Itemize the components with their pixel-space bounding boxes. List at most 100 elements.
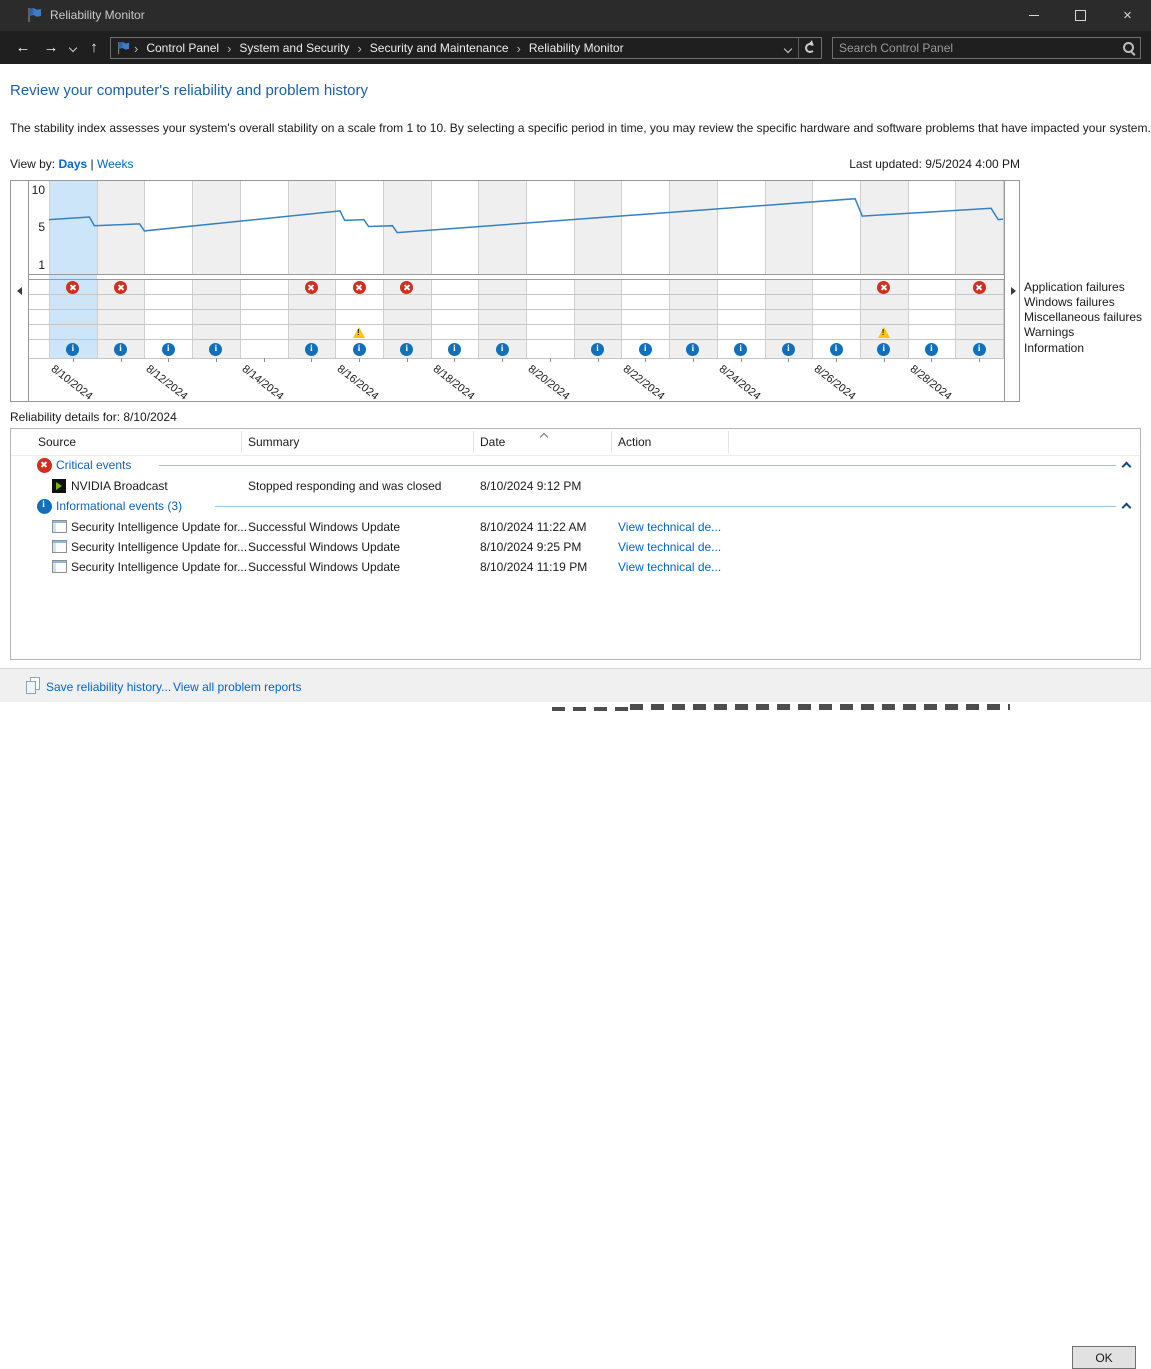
event-group-row[interactable]: Critical events: [11, 455, 1140, 476]
breadcrumb-item[interactable]: Reliability Monitor: [525, 41, 628, 55]
collapse-group-button[interactable]: [1119, 459, 1133, 473]
maximize-button[interactable]: [1057, 0, 1104, 31]
grid-hline: [28, 309, 1004, 310]
up-button[interactable]: ↑: [83, 31, 105, 64]
column-header-date[interactable]: Date: [480, 435, 505, 449]
breadcrumb-item[interactable]: Security and Maintenance: [366, 41, 513, 55]
scroll-left-button[interactable]: [11, 181, 28, 401]
critical-icon: [400, 281, 413, 294]
screen-artifact-bottom: [552, 707, 632, 711]
event-cell-information[interactable]: [66, 342, 80, 356]
recent-pages-button[interactable]: [64, 31, 82, 64]
x-axis-date-label: 8/22/2024: [621, 363, 667, 403]
cell-source: Security Intelligence Update for...: [71, 520, 247, 534]
view-technical-details-link[interactable]: View technical de...: [618, 560, 721, 574]
event-cell-critical[interactable]: [304, 280, 318, 294]
event-group-label: Critical events: [56, 458, 131, 472]
cell-summary: Successful Windows Update: [248, 520, 400, 534]
window-icon: [52, 560, 67, 573]
save-reliability-history-link[interactable]: Save reliability history...: [46, 680, 171, 694]
view-technical-details-link[interactable]: View technical de...: [618, 520, 721, 534]
event-cell-information[interactable]: [161, 342, 175, 356]
event-cell-information[interactable]: [114, 342, 128, 356]
grid-vline: [812, 279, 813, 358]
table-row[interactable]: Security Intelligence Update for...Succe…: [11, 517, 1140, 537]
event-cell-information[interactable]: [400, 342, 414, 356]
refresh-button[interactable]: [799, 43, 821, 53]
event-cell-critical[interactable]: [352, 280, 366, 294]
breadcrumb-separator-icon: ›: [513, 41, 525, 56]
column-divider: [241, 431, 242, 453]
grid-vline: [765, 279, 766, 358]
cell-date: 8/10/2024 9:25 PM: [480, 540, 581, 554]
event-cell-information[interactable]: [495, 342, 509, 356]
search-button[interactable]: [1118, 41, 1140, 55]
save-icon: [26, 677, 40, 693]
event-cell-information[interactable]: [781, 342, 795, 356]
event-cell-information[interactable]: [638, 342, 652, 356]
maximize-icon: [1075, 10, 1086, 21]
ok-button[interactable]: OK: [1072, 1346, 1136, 1369]
event-cell-information[interactable]: [686, 342, 700, 356]
page-description: The stability index assesses your system…: [10, 121, 1151, 135]
event-cell-critical[interactable]: [877, 280, 891, 294]
event-cell-information[interactable]: [972, 342, 986, 356]
event-cell-critical[interactable]: [66, 280, 80, 294]
legend-item-critical: Application failures: [1024, 280, 1125, 295]
grid-vline: [574, 279, 575, 358]
close-button[interactable]: ×: [1104, 0, 1151, 31]
event-cell-warning[interactable]: [352, 326, 366, 340]
title-bar: Reliability Monitor ×: [0, 0, 1151, 31]
event-cell-information[interactable]: [877, 342, 891, 356]
back-button[interactable]: ←: [10, 31, 36, 64]
event-cell-information[interactable]: [209, 342, 223, 356]
table-row[interactable]: Security Intelligence Update for...Succe…: [11, 537, 1140, 557]
event-cell-information[interactable]: [304, 342, 318, 356]
column-header-action[interactable]: Action: [618, 435, 651, 449]
collapse-group-button[interactable]: [1119, 500, 1133, 514]
view-technical-details-link[interactable]: View technical de...: [618, 540, 721, 554]
information-icon: [448, 343, 461, 356]
column-header-summary[interactable]: Summary: [248, 435, 299, 449]
critical-icon: [973, 281, 986, 294]
window-icon: [52, 520, 67, 533]
view-by-days-link[interactable]: Days: [58, 157, 87, 171]
event-cell-critical[interactable]: [400, 280, 414, 294]
details-table: Source Summary Date Action Critical even…: [10, 428, 1141, 660]
x-axis-date-label: 8/16/2024: [335, 363, 381, 403]
event-cell-information[interactable]: [829, 342, 843, 356]
minimize-button[interactable]: [1010, 0, 1057, 31]
x-axis-tick: [502, 358, 503, 362]
event-cell-warning[interactable]: [877, 326, 891, 340]
address-bar[interactable]: ›Control Panel›System and Security›Secur…: [110, 37, 822, 59]
event-cell-information[interactable]: [924, 342, 938, 356]
event-cell-information[interactable]: [734, 342, 748, 356]
event-cell-critical[interactable]: [972, 280, 986, 294]
table-row[interactable]: NVIDIA BroadcastStopped responding and w…: [11, 476, 1140, 496]
forward-button[interactable]: →: [38, 31, 64, 64]
view-all-problem-reports-link[interactable]: View all problem reports: [173, 680, 302, 694]
information-icon: [66, 343, 79, 356]
breadcrumb-item[interactable]: System and Security: [235, 41, 353, 55]
event-cell-information[interactable]: [447, 342, 461, 356]
scroll-right-button[interactable]: [1005, 181, 1021, 401]
information-icon: [782, 343, 795, 356]
minimize-icon: [1029, 15, 1039, 16]
breadcrumb-item[interactable]: Control Panel: [142, 41, 223, 55]
column-header-source[interactable]: Source: [38, 435, 76, 449]
event-group-row[interactable]: Informational events (3): [11, 496, 1140, 517]
cell-summary: Stopped responding and was closed: [248, 479, 441, 493]
view-by-weeks-link[interactable]: Weeks: [97, 157, 133, 171]
search-input[interactable]: [833, 41, 1118, 55]
cell-summary: Successful Windows Update: [248, 540, 400, 554]
address-dropdown-button[interactable]: [778, 39, 798, 57]
x-axis-date-label: 8/20/2024: [526, 363, 572, 403]
event-cell-information[interactable]: [591, 342, 605, 356]
x-axis-date-label: 8/12/2024: [144, 363, 190, 403]
table-row[interactable]: Security Intelligence Update for...Succe…: [11, 557, 1140, 577]
warning-icon: [878, 327, 890, 338]
event-cell-critical[interactable]: [114, 280, 128, 294]
grid-vline: [908, 279, 909, 358]
grid-vline: [144, 279, 145, 358]
event-cell-information[interactable]: [352, 342, 366, 356]
